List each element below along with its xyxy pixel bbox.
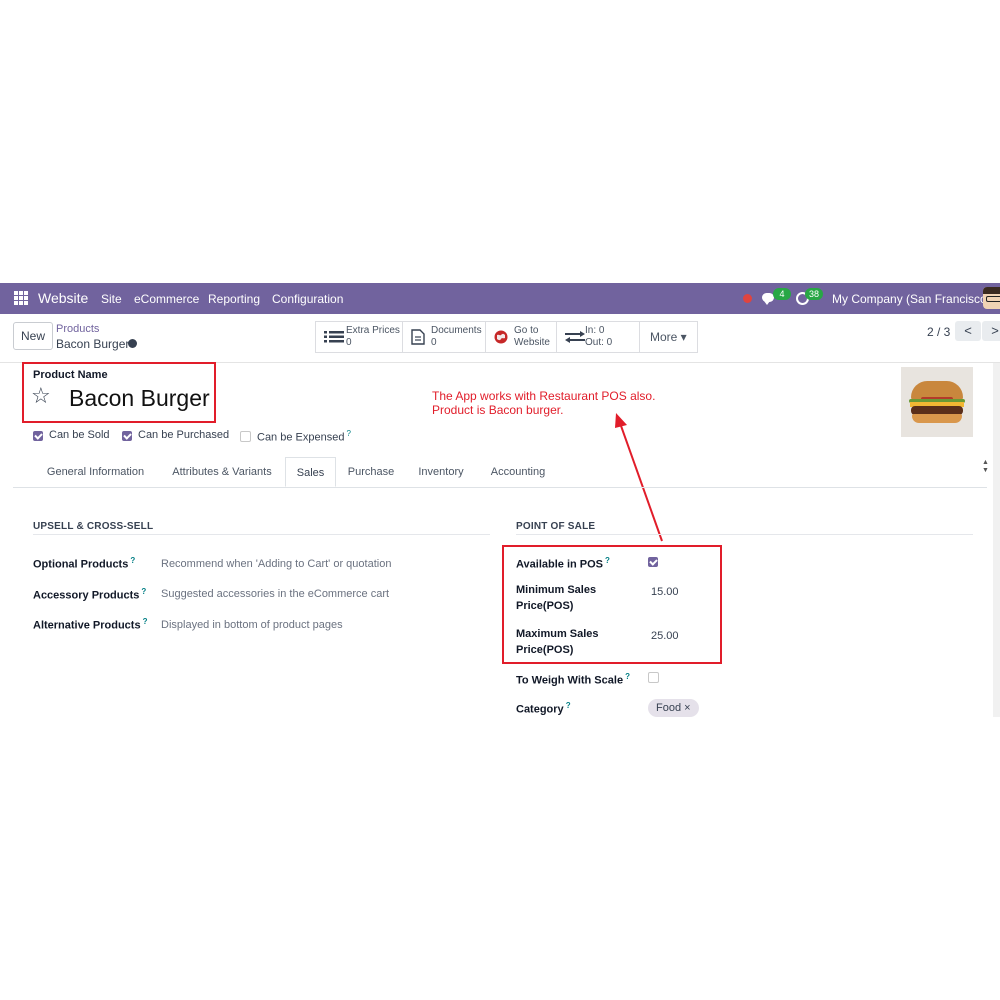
top-navbar: Website Site eCommerce Reporting Configu… <box>0 283 1000 314</box>
menu-ecommerce[interactable]: eCommerce <box>134 292 199 306</box>
help-tooltip-icon[interactable]: ? <box>143 617 148 626</box>
help-tooltip-icon[interactable]: ? <box>130 556 135 565</box>
in-out-button[interactable]: In: 0 Out: 0 <box>557 322 640 352</box>
pos-group-title: POINT OF SALE <box>516 521 596 532</box>
annotation-box-pos <box>502 545 722 664</box>
more-button[interactable]: More ▾ <box>640 322 697 352</box>
tab-attributes-variants[interactable]: Attributes & Variants <box>163 457 281 487</box>
menu-site[interactable]: Site <box>101 292 122 306</box>
debug-icon[interactable] <box>743 294 752 303</box>
documents-label: Documents <box>431 325 482 336</box>
list-icon <box>324 331 344 343</box>
in-label: In: 0 <box>585 325 605 336</box>
control-panel: New Products Bacon Burger Extra Prices 0 <box>0 314 1000 363</box>
can-be-expensed-checkbox[interactable] <box>240 431 251 442</box>
exchange-arrows-icon <box>565 331 585 343</box>
category-tag-label: Food <box>656 702 682 714</box>
documents-value: 0 <box>431 337 437 348</box>
tab-accounting[interactable]: Accounting <box>483 457 553 487</box>
app-name[interactable]: Website <box>38 290 88 306</box>
help-tooltip-icon[interactable]: ? <box>566 701 571 710</box>
product-image[interactable] <box>901 367 973 437</box>
can-be-purchased-label: Can be Purchased <box>138 429 230 441</box>
extra-prices-button[interactable]: Extra Prices 0 <box>316 322 403 352</box>
weigh-with-scale-label: To Weigh With Scale? <box>516 672 630 687</box>
activities-badge: 38 <box>805 288 823 300</box>
can-be-sold-label: Can be Sold <box>49 429 110 441</box>
menu-reporting[interactable]: Reporting <box>208 292 260 306</box>
help-tooltip-icon[interactable]: ? <box>141 587 146 596</box>
can-be-purchased-checkbox[interactable] <box>122 431 132 441</box>
go-to-website-button[interactable]: Go to Website <box>486 322 557 352</box>
odoo-app: Website Site eCommerce Reporting Configu… <box>0 283 1000 717</box>
accessory-products-label: Accessory Products? <box>33 587 147 602</box>
optional-products-input[interactable]: Recommend when 'Adding to Cart' or quota… <box>161 558 391 570</box>
form-scrollbar[interactable] <box>993 363 1000 717</box>
form-tabs: General Information Attributes & Variant… <box>13 457 987 488</box>
globe-icon <box>494 330 508 344</box>
tag-remove-icon[interactable]: × <box>684 702 690 714</box>
help-tooltip-icon[interactable]: ? <box>346 429 350 438</box>
optional-products-label: Optional Products? <box>33 556 136 571</box>
scroll-arrows-icon[interactable]: ▲ ▼ <box>982 459 989 475</box>
website-label-1: Go to <box>514 325 539 336</box>
pager-previous-button[interactable]: < <box>955 321 981 341</box>
upsell-group-title: UPSELL & CROSS-SELL <box>33 521 154 532</box>
out-label: Out: 0 <box>585 337 613 348</box>
tab-sales[interactable]: Sales <box>285 457 336 487</box>
new-button[interactable]: New <box>13 322 53 350</box>
extra-prices-value: 0 <box>346 337 352 348</box>
pager-value: 2 / 3 <box>927 325 951 339</box>
tab-inventory[interactable]: Inventory <box>411 457 471 487</box>
pager-next-button[interactable]: > <box>982 321 1000 341</box>
can-be-expensed-label: Can be Expensed? <box>257 429 351 444</box>
breadcrumb-current: Bacon Burger <box>56 337 130 351</box>
alternative-products-input[interactable]: Displayed in bottom of product pages <box>161 619 343 631</box>
messages-badge: 4 <box>773 288 791 300</box>
tab-general-information[interactable]: General Information <box>33 457 158 487</box>
apps-menu-icon[interactable] <box>14 291 28 305</box>
accessory-products-input[interactable]: Suggested accessories in the eCommerce c… <box>161 588 389 600</box>
alternative-products-label: Alternative Products? <box>33 617 148 632</box>
user-avatar[interactable] <box>983 287 1000 309</box>
company-switcher[interactable]: My Company (San Francisco) <box>832 292 991 306</box>
can-be-sold-checkbox[interactable] <box>33 431 43 441</box>
help-tooltip-icon[interactable]: ? <box>625 672 630 681</box>
category-label: Category? <box>516 701 571 716</box>
documents-button[interactable]: Documents 0 <box>403 322 486 352</box>
weigh-with-scale-checkbox[interactable] <box>648 672 659 683</box>
annotation-line-1: The App works with Restaurant POS also. <box>432 389 656 403</box>
pos-divider <box>516 534 973 535</box>
gear-icon[interactable] <box>128 339 137 348</box>
menu-configuration[interactable]: Configuration <box>272 292 343 306</box>
extra-prices-label: Extra Prices <box>346 325 400 336</box>
smart-buttons: Extra Prices 0 Documents 0 Go to Website <box>315 321 698 353</box>
category-tag[interactable]: Food × <box>648 699 699 717</box>
tab-purchase[interactable]: Purchase <box>341 457 401 487</box>
breadcrumb-products[interactable]: Products <box>56 323 99 335</box>
document-icon <box>411 329 425 345</box>
upsell-divider <box>33 534 490 535</box>
annotation-box-product-name <box>22 362 216 423</box>
website-label-2: Website <box>514 337 550 348</box>
